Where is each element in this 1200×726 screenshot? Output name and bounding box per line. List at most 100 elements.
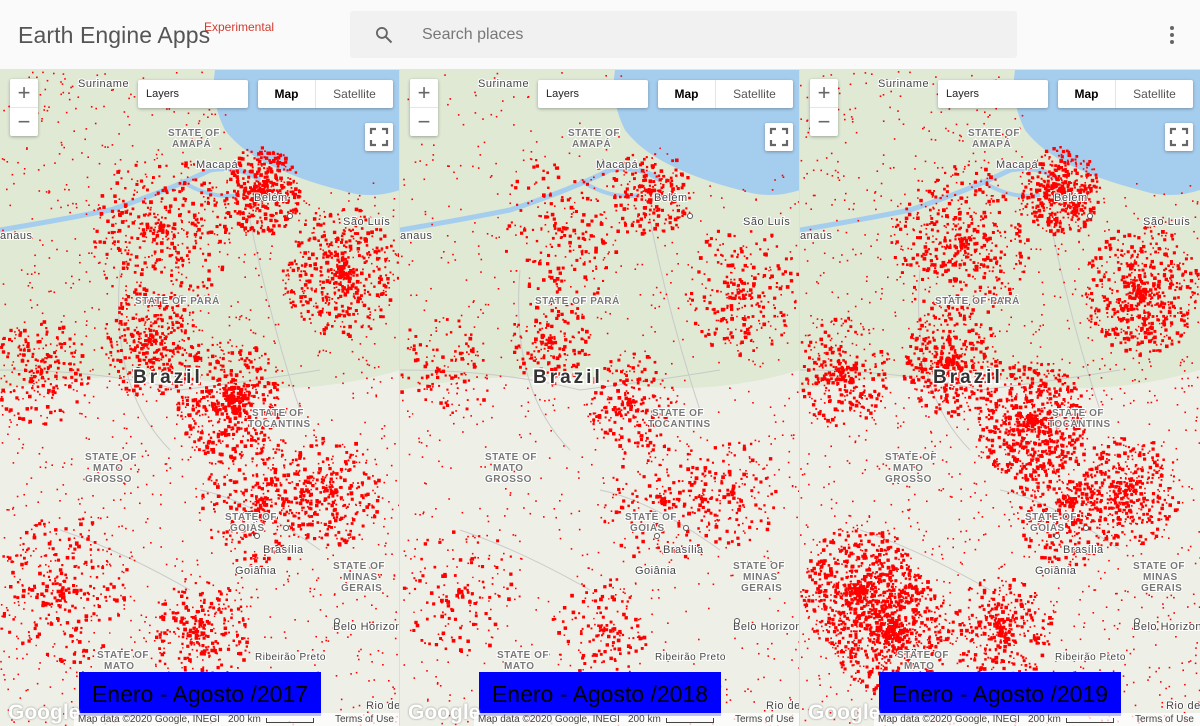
fullscreen-button[interactable] <box>1165 123 1193 151</box>
map-scale-label: 200 km <box>228 714 261 725</box>
zoom-control: + − <box>810 79 838 136</box>
map-label-ms-l1: STATE OF <box>97 650 149 661</box>
city-marker <box>1134 618 1140 624</box>
map-canvas[interactable]: SurinameSTATE OFAMAPÁMacapáBelémSão Luís… <box>0 70 400 726</box>
map-label-ms-l2: MATO <box>504 661 535 672</box>
map-label-macapa: Macapá <box>996 159 1039 171</box>
map-label-goiania: Goiânia <box>1035 565 1077 577</box>
map-type-map-button[interactable]: Map <box>658 80 716 108</box>
fullscreen-icon <box>1169 127 1189 147</box>
zoom-out-button[interactable]: − <box>10 108 38 136</box>
map-panel-2019[interactable]: Suriname STATE OF AMAPÁ Macapá Belém São Luís… <box>800 70 1200 726</box>
terms-link[interactable]: Terms of Use <box>735 713 794 726</box>
map-type-map-button[interactable]: Map <box>1058 80 1116 108</box>
layers-dropdown[interactable]: Layers <box>938 80 1048 108</box>
zoom-out-button[interactable]: − <box>810 108 838 136</box>
map-canvas[interactable]: SurinameSTATE OFAMAPÁMacapáBelémSão Luís… <box>800 70 1200 726</box>
city-marker <box>687 213 693 219</box>
map-label-brasilia: Brasília <box>1063 544 1104 556</box>
map-label-goias-l2: GOIÁS <box>630 521 665 534</box>
map-label-brasilia: Brasília <box>663 544 704 556</box>
zoom-in-button[interactable]: + <box>810 79 838 107</box>
map-label-minas-l1: STATE OF <box>733 561 785 572</box>
map-label-belo: Belo Horizonte <box>1133 621 1200 633</box>
map-canvas[interactable]: SurinameSTATE OFAMAPÁMacapáBelémSão Luís… <box>400 70 800 726</box>
zoom-control: + − <box>410 79 438 136</box>
map-label-country: Brazil <box>933 367 1003 388</box>
map-type-satellite-button[interactable]: Satellite <box>1116 80 1193 108</box>
map-label-goias-l2: GOIÁS <box>1030 521 1065 534</box>
map-label-para: STATE OF PARÁ <box>535 294 620 307</box>
map-label-amapa-l1: STATE OF <box>168 128 220 139</box>
terms-link[interactable]: Terms of Use <box>335 713 394 726</box>
map-type-satellite-button[interactable]: Satellite <box>716 80 793 108</box>
map-label-suriname: Suriname <box>878 78 929 90</box>
map-label-rio: Rio de J <box>366 700 400 712</box>
map-label-macapa: Macapá <box>196 159 239 171</box>
map-label-tocantins-l2: TOCANTINS <box>648 419 711 430</box>
map-label-goiania: Goiânia <box>635 565 677 577</box>
map-label-minas-l3: GERAIS <box>741 583 782 594</box>
map-label-ms-l1: STATE OF <box>497 650 549 661</box>
fullscreen-button[interactable] <box>365 123 393 151</box>
map-panel-2017[interactable]: Suriname STATE OF AMAPÁ Macapá Belém São Luís… <box>0 70 400 726</box>
city-marker <box>254 533 260 539</box>
map-label-para: STATE OF PARÁ <box>135 294 220 307</box>
map-label-goias-l1: STATE OF <box>625 512 677 523</box>
app-title[interactable]: Earth Engine Apps <box>18 22 210 49</box>
zoom-in-button[interactable]: + <box>10 79 38 107</box>
map-label-mt-l3: GROSSO <box>485 474 532 485</box>
city-marker <box>683 525 689 531</box>
layers-dropdown[interactable]: Layers <box>138 80 248 108</box>
map-label-brasilia: Brasília <box>263 544 304 556</box>
map-label-sao-luis: São Luís <box>1143 216 1190 228</box>
map-type-satellite-button[interactable]: Satellite <box>316 80 393 108</box>
experimental-tag: Experimental <box>204 20 275 34</box>
map-label-tocantins-l1: STATE OF <box>252 408 304 419</box>
map-label-tocantins-l2: TOCANTINS <box>248 419 311 430</box>
map-label-ms-l2: MATO <box>104 661 135 672</box>
map-label-ribeirao: Ribeirão Preto <box>1055 652 1126 663</box>
map-label-country: Brazil <box>533 367 603 388</box>
map-label-mt-l1: STATE OF <box>85 452 137 463</box>
map-type-map-button[interactable]: Map <box>258 80 316 108</box>
map-scale-label: 200 km <box>628 714 661 725</box>
map-attribution: Map data ©2020 Google, INEGI <box>78 714 220 725</box>
map-label-goias-l1: STATE OF <box>1025 512 1077 523</box>
period-caption: Enero - Agosto /2018 <box>479 672 721 716</box>
map-label-amapa-l1: STATE OF <box>568 128 620 139</box>
map-scale-label: 200 km <box>1028 714 1061 725</box>
map-label-belo: Belo Horizonte <box>333 621 400 633</box>
city-marker <box>734 618 740 624</box>
zoom-out-button[interactable]: − <box>410 108 438 136</box>
map-label-manaus: anaus <box>800 230 832 242</box>
map-label-tocantins-l2: TOCANTINS <box>1048 419 1111 430</box>
fullscreen-icon <box>769 127 789 147</box>
layers-dropdown[interactable]: Layers <box>538 80 648 108</box>
zoom-control: + − <box>10 79 38 136</box>
map-panel-2018[interactable]: Suriname STATE OF AMAPÁ Macapá Belém São Luís… <box>400 70 800 726</box>
zoom-in-button[interactable]: + <box>410 79 438 107</box>
period-caption: Enero - Agosto /2019 <box>879 672 1121 716</box>
map-label-goias-l2: GOIÁS <box>230 521 265 534</box>
map-label-minas-l2: MINAS <box>743 572 778 583</box>
map-type-control: Map Satellite <box>258 80 393 108</box>
search-bar[interactable] <box>350 11 1017 58</box>
fullscreen-button[interactable] <box>765 123 793 151</box>
fullscreen-icon <box>369 127 389 147</box>
map-label-minas-l3: GERAIS <box>1141 583 1182 594</box>
map-label-manaus: anaus <box>0 230 32 242</box>
search-input[interactable] <box>422 11 1002 58</box>
map-label-belem: Belém <box>654 192 688 204</box>
map-label-amapa-l2: AMAPÁ <box>172 137 211 150</box>
map-label-minas-l2: MINAS <box>1143 572 1178 583</box>
map-label-sao-luis: São Luís <box>743 216 790 228</box>
more-vert-icon[interactable] <box>1162 24 1182 46</box>
map-label-ms-l2: MATO <box>904 661 935 672</box>
map-label-goias-l1: STATE OF <box>225 512 277 523</box>
terms-link[interactable]: Terms of Use <box>1135 713 1194 726</box>
city-marker <box>1083 525 1089 531</box>
search-icon[interactable] <box>374 25 394 45</box>
map-label-mt-l2: MATO <box>893 463 924 474</box>
panel-divider <box>799 70 800 726</box>
